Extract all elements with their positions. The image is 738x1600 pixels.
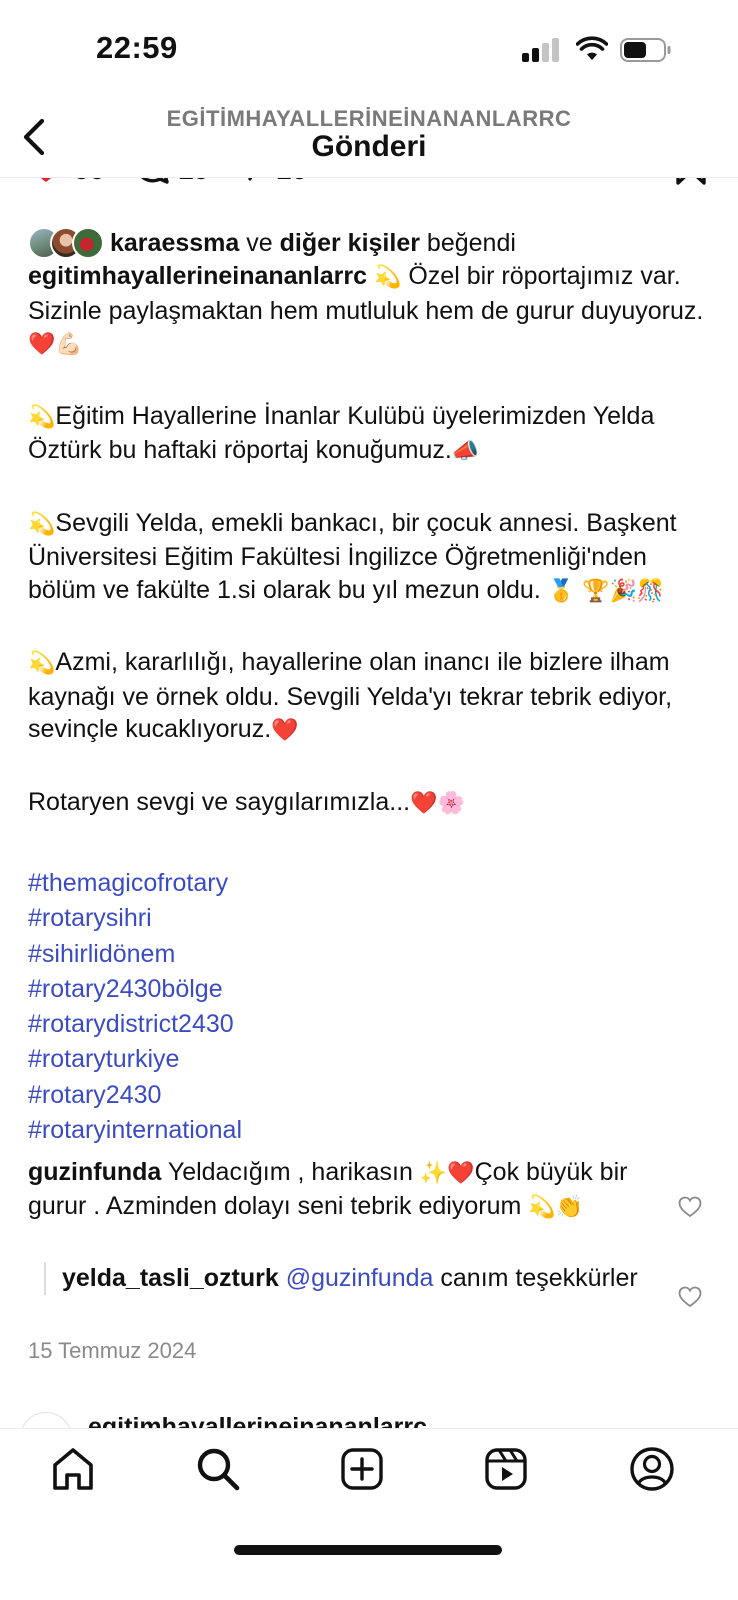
- sparkle-emoji: 💫: [28, 511, 56, 537]
- caption-author[interactable]: egitimhayallerineinananlarrc: [28, 262, 367, 290]
- reply-like-heart-icon[interactable]: [678, 1286, 702, 1308]
- wifi-icon: [576, 36, 608, 60]
- comment-end-emojis: 💫👏: [528, 1195, 584, 1220]
- status-time: 22:59: [96, 30, 178, 65]
- liked-suffix: beğendi: [426, 228, 516, 257]
- liker-avatars: [28, 227, 106, 259]
- caption-p2: Eğitim Hayallerine İnanlar Kulübü üyeler…: [28, 401, 655, 465]
- comment-username[interactable]: guzinfunda: [28, 1158, 161, 1186]
- cellular-signal-icon: [522, 38, 562, 62]
- hashtag-link[interactable]: #rotarysihri: [28, 901, 242, 936]
- comment-like-heart-icon[interactable]: [678, 1196, 702, 1218]
- profile-icon[interactable]: [628, 1445, 676, 1493]
- sparkle-emoji: 💫: [28, 404, 56, 430]
- caption-p1-emojis: ❤️💪🏻: [28, 332, 83, 357]
- liked-connector: ve: [246, 228, 273, 257]
- liker-username[interactable]: karaessma: [110, 229, 239, 257]
- liked-others[interactable]: diğer kişiler: [280, 229, 420, 257]
- comment-text: Yeldacığım , harikasın: [167, 1158, 413, 1186]
- caption-p4-emojis: ❤️: [271, 718, 299, 743]
- comment: guzinfunda Yeldacığım , harikasın ✨❤️Çok…: [28, 1156, 668, 1224]
- post-date: 15 Temmuz 2024: [28, 1338, 197, 1363]
- hashtag-link[interactable]: #rotaryinternational: [28, 1113, 242, 1148]
- sparkle-emoji: 💫: [28, 651, 56, 676]
- liked-by-row[interactable]: karaessma ve diğer kişiler beğendi: [28, 226, 516, 260]
- top-header: EGİTİMHAYALLERİNEİNANANLARRC Gönderi: [0, 100, 738, 178]
- search-icon[interactable]: [194, 1445, 242, 1493]
- battery-icon: [620, 38, 671, 62]
- post-caption: egitimhayallerineinananlarrc 💫 Özel bir …: [28, 260, 718, 820]
- reply-username[interactable]: yelda_tasli_ozturk: [62, 1264, 279, 1292]
- hashtag-link[interactable]: #rotaryturkiye: [28, 1042, 242, 1077]
- create-plus-icon[interactable]: [338, 1445, 386, 1493]
- reply-mention[interactable]: @guzinfunda: [286, 1264, 434, 1292]
- caption-p5: Rotaryen sevgi ve saygılarımızla...: [28, 787, 411, 816]
- hashtag-link[interactable]: #sihirlidönem: [28, 937, 242, 972]
- hashtag-list: #themagicofrotary #rotarysihri #sihirlid…: [28, 866, 242, 1148]
- caption-p5-emojis: ❤️🌸: [410, 790, 465, 816]
- home-icon[interactable]: [49, 1445, 97, 1493]
- caption-p3-emojis: 🥇 🏆🎉🎊: [547, 578, 665, 604]
- comment-reply: yelda_tasli_ozturk @guzinfunda canım teş…: [44, 1262, 664, 1295]
- hashtag-link[interactable]: #rotarydistrict2430: [28, 1007, 242, 1042]
- avatar: [72, 227, 104, 259]
- sparkle-emoji: 💫: [373, 265, 402, 290]
- comment-emojis: ✨❤️: [419, 1161, 475, 1186]
- caption-p4: Azmi, kararlılığı, hayallerine olan inan…: [28, 648, 673, 743]
- caption-p2-emojis: 📣: [451, 439, 480, 464]
- hashtag-link[interactable]: #themagicofrotary: [28, 866, 242, 901]
- header-account-name[interactable]: EGİTİMHAYALLERİNEİNANANLARRC: [0, 106, 738, 132]
- status-bar: 22:59: [0, 0, 738, 100]
- home-indicator[interactable]: [234, 1545, 502, 1555]
- hashtag-link[interactable]: #rotary2430: [28, 1078, 242, 1113]
- hashtag-link[interactable]: #rotary2430bölge: [28, 972, 242, 1007]
- reply-text: canım teşekkürler: [440, 1264, 638, 1292]
- reels-icon[interactable]: [482, 1445, 530, 1493]
- bottom-tab-bar: [0, 1428, 738, 1600]
- page-title: Gönderi: [311, 130, 427, 163]
